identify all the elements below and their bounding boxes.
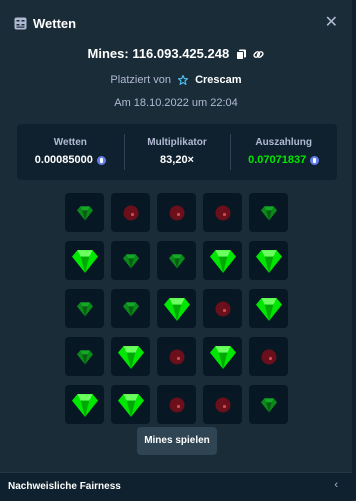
link-icon[interactable]	[253, 49, 265, 60]
stat-wager: Wetten 0.00085000	[17, 124, 124, 180]
fairness-label: Nachweisliche Fairness	[8, 481, 121, 492]
bet-slip-icon	[14, 17, 27, 29]
grid-tile	[249, 241, 288, 280]
chevron-left-icon[interactable]: ‹	[334, 479, 338, 491]
gem-icon	[209, 345, 236, 369]
wager-amount: 0.00085000	[34, 154, 93, 166]
gem-icon	[209, 249, 236, 273]
grid-tile	[111, 193, 150, 232]
gem-icon	[260, 205, 277, 220]
mines-grid	[65, 193, 288, 424]
bet-details-modal: Wetten ✕ Mines: 116.093.425.248 Platzier…	[0, 0, 352, 501]
grid-tile	[157, 241, 196, 280]
bet-date: Am 18.10.2022 um 22:04	[114, 97, 238, 109]
gem-icon	[76, 205, 93, 220]
grid-tile	[249, 193, 288, 232]
grid-tile	[65, 385, 104, 424]
gem-icon	[122, 301, 139, 316]
grid-tile	[203, 385, 242, 424]
stat-label: Auszahlung	[255, 137, 313, 148]
gem-icon	[163, 297, 190, 321]
stat-value: 0.00085000	[17, 154, 124, 166]
background-strip	[352, 0, 356, 500]
grid-tile	[249, 385, 288, 424]
stat-label: Wetten	[53, 137, 87, 148]
stat-label: Multiplikator	[147, 137, 207, 148]
placed-by-line: Platziert von Crescam	[0, 74, 352, 86]
stat-value: 0.07071837	[230, 154, 337, 166]
grid-tile	[249, 289, 288, 328]
mine-icon	[261, 349, 276, 364]
mine-icon	[215, 205, 230, 220]
copy-icon[interactable]	[235, 49, 247, 60]
gem-icon	[76, 349, 93, 364]
grid-tile	[157, 337, 196, 376]
grid-tile	[157, 385, 196, 424]
bet-id-line: Mines: 116.093.425.248	[0, 46, 352, 61]
mine-icon	[169, 349, 184, 364]
mine-icon	[215, 397, 230, 412]
grid-tile	[203, 289, 242, 328]
grid-tile	[111, 241, 150, 280]
modal-header: Wetten ✕	[14, 14, 338, 32]
placed-by-label: Platziert von	[110, 74, 171, 86]
grid-tile	[157, 193, 196, 232]
stat-value: 83,20×	[124, 154, 231, 166]
gem-icon	[255, 297, 282, 321]
play-mines-button[interactable]: Mines spielen	[137, 427, 217, 455]
bet-id: Mines: 116.093.425.248	[87, 46, 230, 61]
grid-tile	[111, 337, 150, 376]
close-icon[interactable]: ✕	[325, 14, 338, 32]
grid-tile	[65, 289, 104, 328]
gem-icon	[76, 301, 93, 316]
mine-icon	[215, 301, 230, 316]
eth-icon	[310, 155, 320, 165]
gem-icon	[255, 249, 282, 273]
fairness-footer[interactable]: Nachweisliche Fairness ‹	[0, 472, 352, 501]
gem-icon	[71, 249, 98, 273]
mine-icon	[169, 205, 184, 220]
gem-icon	[122, 253, 139, 268]
grid-tile	[203, 337, 242, 376]
grid-tile	[65, 241, 104, 280]
grid-tile	[203, 241, 242, 280]
stat-multiplier: Multiplikator 83,20×	[123, 124, 231, 180]
grid-tile	[157, 289, 196, 328]
bet-stats-panel: Wetten 0.00085000 Multiplikator 83,20× A…	[17, 124, 337, 180]
username-link[interactable]: Crescam	[195, 74, 241, 86]
gem-icon	[117, 345, 144, 369]
vip-star-icon	[177, 74, 190, 86]
stat-payout: Auszahlung 0.07071837	[230, 124, 337, 180]
gem-icon	[71, 393, 98, 417]
mine-icon	[169, 397, 184, 412]
grid-tile	[111, 289, 150, 328]
grid-tile	[249, 337, 288, 376]
gem-icon	[260, 397, 277, 412]
payout-amount: 0.07071837	[248, 154, 307, 166]
grid-tile	[203, 193, 242, 232]
modal-title: Wetten	[33, 15, 77, 31]
gem-icon	[168, 253, 185, 268]
mine-icon	[123, 205, 138, 220]
grid-tile	[65, 337, 104, 376]
gem-icon	[117, 393, 144, 417]
grid-tile	[65, 193, 104, 232]
grid-tile	[111, 385, 150, 424]
multiplier-value: 83,20×	[160, 154, 194, 166]
eth-icon	[96, 155, 106, 165]
